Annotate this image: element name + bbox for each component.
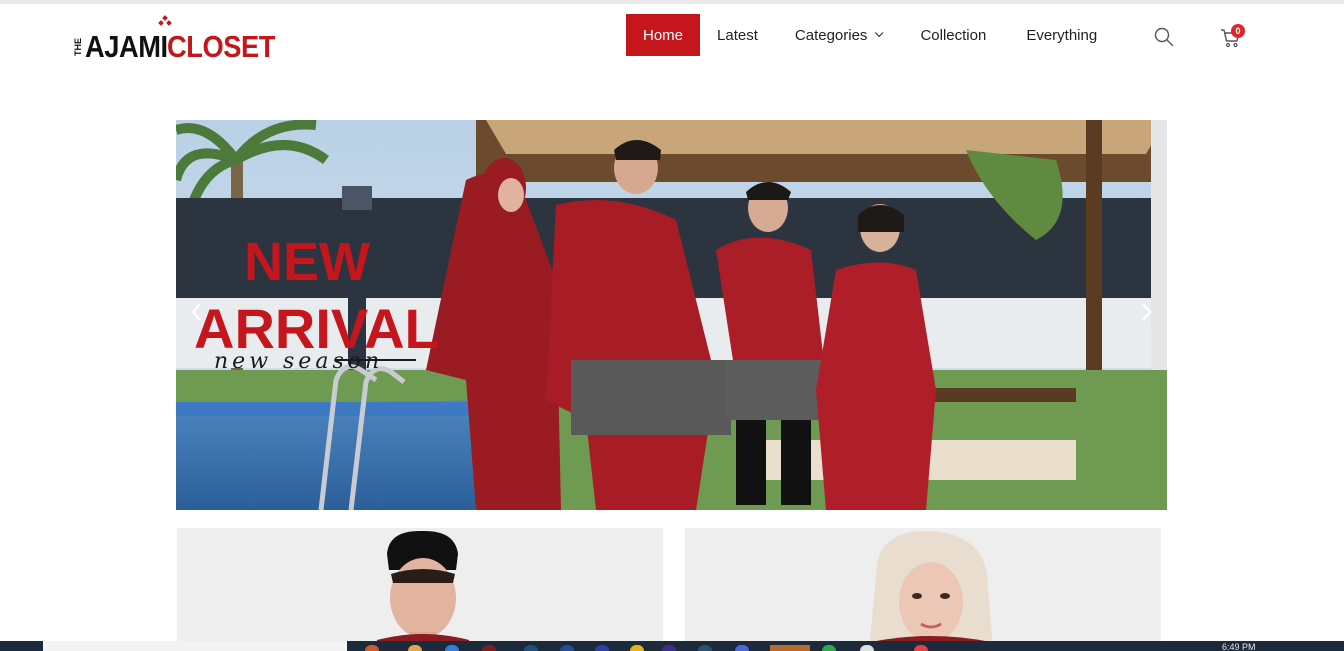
- cart-count-badge: 0: [1231, 24, 1245, 38]
- taskbar-app-icon[interactable]: [482, 645, 496, 651]
- promo-card-women[interactable]: [685, 528, 1161, 651]
- women-model-image: [869, 530, 993, 651]
- nav-everything[interactable]: Everything: [1006, 14, 1117, 56]
- taskbar-app-icon[interactable]: [445, 645, 459, 651]
- hero-slider[interactable]: NEW ARRIVAL new season: [176, 120, 1167, 510]
- logo-ajami-text: AJAMI: [85, 29, 168, 64]
- promo-card-men[interactable]: [177, 528, 663, 651]
- nav-categories[interactable]: Categories: [775, 14, 901, 56]
- logo-diamond-mark: [158, 15, 172, 28]
- logo-closet-text: CLOSET: [166, 29, 275, 64]
- taskbar-app-icon[interactable]: [365, 645, 379, 651]
- taskbar-app-icon[interactable]: [770, 645, 810, 651]
- slider-next-arrow[interactable]: [1141, 302, 1153, 322]
- search-icon[interactable]: [1154, 27, 1174, 47]
- nav-home-label: Home: [643, 26, 684, 44]
- site-logo[interactable]: THE AJAMI CLOSET: [73, 15, 290, 64]
- nav-home[interactable]: Home: [626, 14, 701, 56]
- nav-collection[interactable]: Collection: [900, 14, 1006, 56]
- taskbar-app-icon[interactable]: [662, 645, 676, 651]
- slider-prev-arrow[interactable]: [190, 302, 202, 322]
- taskbar-app-icon[interactable]: [735, 645, 749, 651]
- hero-headline-new: NEW: [244, 232, 370, 292]
- nav-everything-label: Everything: [1026, 26, 1098, 44]
- nav-latest-label: Latest: [717, 26, 758, 44]
- taskbar-app-icon[interactable]: [914, 645, 928, 651]
- taskbar-search-box[interactable]: [43, 641, 347, 651]
- taskbar-app-icon[interactable]: [698, 645, 712, 651]
- chevron-down-icon: [875, 28, 884, 38]
- hero-banner-image: NEW ARRIVAL new season: [176, 120, 1167, 510]
- hero-tagline: new season: [214, 349, 383, 374]
- taskbar-clock: 6:49 PM: [1222, 642, 1256, 651]
- nav-categories-label: Categories: [794, 26, 868, 44]
- taskbar-app-icon[interactable]: [560, 645, 574, 651]
- men-model-image: [377, 530, 469, 651]
- logo-the-text: THE: [73, 38, 83, 56]
- taskbar-app-icon[interactable]: [822, 645, 836, 651]
- main-nav: Home Latest Categories Collection Everyt…: [626, 14, 1117, 56]
- nav-latest[interactable]: Latest: [700, 14, 775, 56]
- taskbar-app-icon[interactable]: [408, 645, 422, 651]
- taskbar-app-icon[interactable]: [524, 645, 538, 651]
- taskbar-app-icon[interactable]: [860, 645, 874, 651]
- taskbar-app-icon[interactable]: [595, 645, 609, 651]
- nav-collection-label: Collection: [920, 26, 987, 44]
- taskbar-app-icon[interactable]: [630, 645, 644, 651]
